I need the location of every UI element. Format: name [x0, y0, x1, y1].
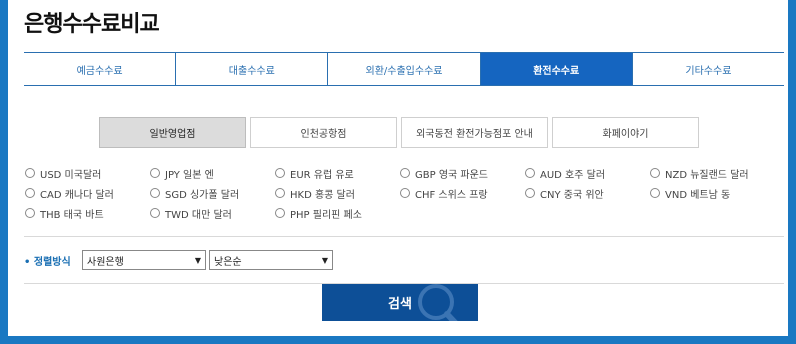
sort-label: 정렬방식 — [24, 253, 82, 268]
radio-button[interactable] — [650, 168, 660, 178]
currency-option[interactable]: VND 베트남 동 — [650, 186, 775, 201]
currency-option[interactable]: NZD 뉴질랜드 달러 — [650, 166, 775, 181]
sort-controls: 정렬방식 사원은행 ▼ 낮은순 ▼ — [24, 250, 336, 270]
radio-button[interactable] — [525, 168, 535, 178]
currency-label: GBP 영국 파운드 — [415, 169, 488, 181]
subtab-general-branch[interactable]: 일반영업점 — [99, 117, 246, 148]
radio-button[interactable] — [150, 168, 160, 178]
bank-select-value: 사원은행 — [87, 256, 124, 268]
tab-deposit-fees[interactable]: 예금수수료 — [24, 53, 175, 85]
radio-button[interactable] — [150, 188, 160, 198]
radio-button[interactable] — [275, 208, 285, 218]
radio-button[interactable] — [275, 188, 285, 198]
subtab-coin-exchange-branches[interactable]: 외국동전 환전가능점포 안내 — [401, 117, 548, 148]
currency-label: CAD 캐나다 달러 — [40, 189, 114, 201]
radio-button[interactable] — [25, 208, 35, 218]
currency-option[interactable]: HKD 홍콩 달러 — [275, 186, 400, 201]
currency-label: VND 베트남 동 — [665, 189, 731, 201]
tab-loan-fees[interactable]: 대출수수료 — [175, 53, 327, 85]
currency-option[interactable]: USD 미국달러 — [25, 166, 150, 181]
currency-option[interactable]: EUR 유럽 유로 — [275, 166, 400, 181]
currency-label: NZD 뉴질랜드 달러 — [665, 169, 749, 181]
currency-option[interactable]: JPY 일본 엔 — [150, 166, 275, 181]
currency-label: EUR 유럽 유로 — [290, 169, 354, 181]
currency-label: PHP 필리핀 페소 — [290, 209, 362, 221]
tab-other-fees[interactable]: 기타수수료 — [631, 53, 784, 85]
subtab-incheon-airport[interactable]: 인천공항점 — [250, 117, 397, 148]
search-button[interactable]: 검색 — [322, 284, 478, 321]
currency-label: AUD 호주 달러 — [540, 169, 606, 181]
order-select-value: 낮은순 — [214, 256, 242, 268]
currency-option[interactable]: TWD 대만 달러 — [150, 206, 275, 221]
currency-label: CNY 중국 위안 — [540, 189, 604, 201]
currency-label: THB 태국 바트 — [40, 209, 104, 221]
radio-button[interactable] — [400, 188, 410, 198]
radio-button[interactable] — [25, 168, 35, 178]
search-button-label: 검색 — [388, 297, 412, 312]
subtab-currency-story[interactable]: 화페이야기 — [552, 117, 699, 148]
tab-foreign-exchange-fees[interactable]: 외환/수출입수수료 — [327, 53, 479, 85]
radio-button[interactable] — [275, 168, 285, 178]
radio-button[interactable] — [400, 168, 410, 178]
currency-option[interactable]: PHP 필리핀 페소 — [275, 206, 400, 221]
fee-comparison-panel: 은행수수료비교 예금수수료 대출수수료 외환/수출입수수료 환전수수료 기타수수… — [8, 0, 788, 336]
radio-button[interactable] — [150, 208, 160, 218]
currency-radio-group: USD 미국달러 JPY 일본 엔 EUR 유럽 유로 GBP 영국 파운드 A… — [25, 166, 765, 221]
radio-button[interactable] — [650, 188, 660, 198]
divider — [24, 236, 784, 237]
currency-label: HKD 홍콩 달러 — [290, 189, 355, 201]
currency-option[interactable]: THB 태국 바트 — [25, 206, 150, 221]
currency-label: JPY 일본 엔 — [165, 169, 214, 181]
tab-currency-exchange-fees[interactable]: 환전수수료 — [479, 53, 632, 85]
chevron-down-icon: ▼ — [321, 255, 328, 265]
currency-label: SGD 싱가폴 달러 — [165, 189, 240, 201]
magnifier-icon — [418, 284, 458, 321]
currency-option[interactable]: CAD 캐나다 달러 — [25, 186, 150, 201]
currency-option[interactable]: AUD 호주 달러 — [525, 166, 650, 181]
page-title: 은행수수료비교 — [24, 12, 160, 37]
chevron-down-icon: ▼ — [194, 255, 201, 265]
currency-label: TWD 대만 달러 — [165, 209, 232, 221]
currency-option[interactable]: CHF 스위스 프랑 — [400, 186, 525, 201]
fee-category-tabs: 예금수수료 대출수수료 외환/수출입수수료 환전수수료 기타수수료 — [24, 52, 784, 86]
currency-label: CHF 스위스 프랑 — [415, 189, 488, 201]
radio-button[interactable] — [25, 188, 35, 198]
bank-select[interactable]: 사원은행 ▼ — [82, 250, 206, 270]
currency-label: USD 미국달러 — [40, 169, 102, 181]
currency-option[interactable]: CNY 중국 위안 — [525, 186, 650, 201]
currency-option[interactable]: SGD 싱가폴 달러 — [150, 186, 275, 201]
branch-subtabs: 일반영업점 인천공항점 외국동전 환전가능점포 안내 화페이야기 — [99, 117, 699, 148]
currency-option[interactable]: GBP 영국 파운드 — [400, 166, 525, 181]
radio-button[interactable] — [525, 188, 535, 198]
order-select[interactable]: 낮은순 ▼ — [209, 250, 333, 270]
